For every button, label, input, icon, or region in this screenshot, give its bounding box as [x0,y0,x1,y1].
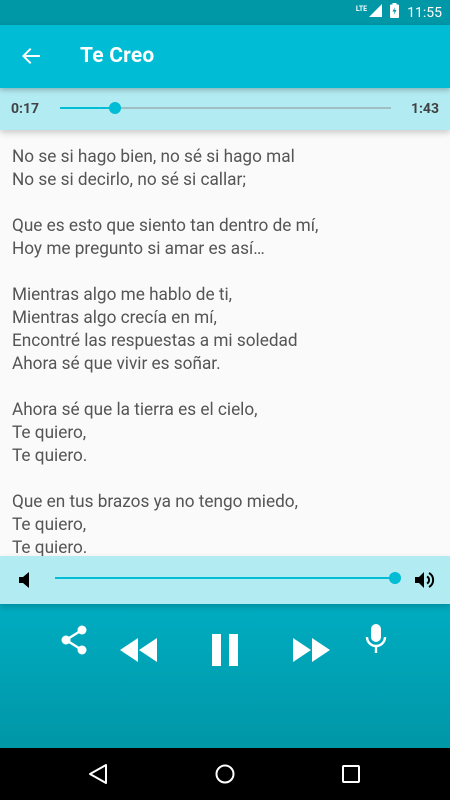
lyric-line: Que es esto que siento tan dentro de mí, [12,216,319,236]
volume-low-icon[interactable] [18,570,32,594]
lyric-line: Ahora sé que vivir es soñar. [12,354,221,374]
lyric-line: Te quiero, [12,515,87,535]
microphone-icon [365,624,387,653]
home-circle-icon [215,764,235,784]
signal-icon [369,4,383,21]
volume-slider-progress [55,577,395,579]
seek-bar-panel: 0:17 1:43 [0,88,450,130]
nav-home-button[interactable] [209,758,241,790]
total-time: 1:43 [410,101,439,117]
verse: Ahora sé que la tierra es el cielo, Te q… [12,399,442,468]
lyric-line: Te quiero. [12,446,88,466]
arrow-back-icon [22,48,40,64]
clock: 11:55 [407,4,442,21]
seek-bar-thumb[interactable] [108,102,121,114]
lyric-line: Mientras algo crecía en mí, [12,308,217,328]
status-bar: LTE 11:55 [0,0,450,25]
back-triangle-icon [89,764,107,784]
lyrics-text: No se si hago bien, no sé si hago mal No… [12,146,442,583]
volume-slider-thumb[interactable] [389,572,401,584]
lyric-line: No se si hago bien, no sé si hago mal [12,147,295,167]
system-nav-bar [0,748,450,800]
page-title: Te Creo [80,44,155,68]
lyric-line: No se si decirlo, no sé si callar; [12,170,246,190]
current-time: 0:17 [11,101,40,117]
volume-panel [0,556,450,604]
lyric-line: Que en tus brazos ya no tengo miedo, [12,492,298,512]
fast-forward-icon [293,638,330,662]
pause-icon [212,634,238,666]
lyric-line: Mientras algo me hablo de ti, [12,285,233,305]
rewind-button[interactable] [116,630,160,670]
network-type: LTE [355,4,368,13]
lyric-line: Te quiero, [12,423,87,443]
lyric-line: Encontré las respuestas a mi soledad [12,331,298,351]
status-icons: LTE 11:55 [356,0,442,25]
nav-recents-button[interactable] [335,758,367,790]
recents-square-icon [342,765,360,783]
share-icon [61,625,87,655]
battery-icon [390,3,400,22]
pause-button[interactable] [205,630,245,670]
volume-slider[interactable] [55,572,401,584]
volume-high-icon[interactable] [414,570,436,594]
back-button[interactable] [14,39,48,73]
seek-bar-progress [60,107,115,109]
fast-forward-button[interactable] [290,630,334,670]
nav-back-button[interactable] [82,758,114,790]
verse: Que en tus brazos ya no tengo miedo, Te … [12,491,442,560]
microphone-button[interactable] [360,622,392,658]
lyric-line: Ahora sé que la tierra es el cielo, [12,400,258,420]
seek-bar[interactable] [60,102,391,114]
share-button[interactable] [56,622,92,658]
playback-controls [0,604,450,748]
verse: Mientras algo me hablo de ti, Mientras a… [12,284,442,376]
verse: Que es esto que siento tan dentro de mí,… [12,215,442,261]
app-bar: Te Creo [0,25,450,88]
lyric-line: Hoy me pregunto si amar es así… [12,239,265,259]
rewind-icon [120,638,157,662]
verse: No se si hago bien, no sé si hago mal No… [12,146,442,192]
